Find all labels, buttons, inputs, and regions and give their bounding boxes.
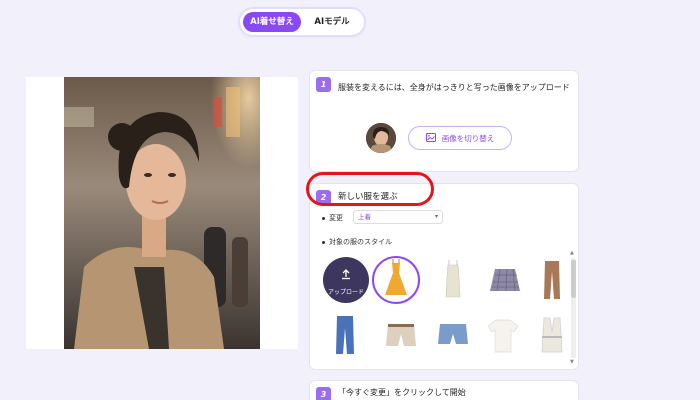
- garment-item-yellow-dress[interactable]: [373, 257, 419, 303]
- step2-card: 2 新しい服を選ぶ 変更 上着 ▾ 対象の服のスタイル アップロード ▲ ▼: [309, 183, 579, 370]
- highlight-annotation-circle: [306, 172, 434, 206]
- garment-grid: アップロード: [322, 256, 570, 361]
- step1-card: 1 服装を変えるには、全身がはっきりと写った画像をアップロード 画像を切り替え: [309, 70, 579, 172]
- mode-tab-bar: AI着せ替え AIモデル: [240, 9, 364, 35]
- garment-item-white-slip-dress[interactable]: [430, 257, 476, 303]
- photo-preview-frame: [26, 77, 298, 349]
- upload-garment-button[interactable]: アップロード: [323, 257, 369, 303]
- chevron-down-icon: ▾: [434, 213, 438, 220]
- garment-item-brown-trousers[interactable]: [529, 257, 575, 303]
- scroll-down-icon[interactable]: ▼: [570, 359, 574, 365]
- upload-icon: [340, 265, 352, 284]
- scroll-up-icon[interactable]: ▲: [570, 250, 574, 256]
- garment-item-denim-jeans[interactable]: [322, 312, 368, 358]
- garment-type-select[interactable]: 上着 ▾: [353, 210, 443, 224]
- step1-number: 1: [316, 77, 331, 92]
- garment-item-beige-shorts[interactable]: [378, 312, 424, 358]
- tab-ai-model[interactable]: AIモデル: [303, 12, 361, 32]
- tab-ai-dress-up[interactable]: AI着せ替え: [243, 12, 301, 32]
- style-label: 対象の服のスタイル: [329, 238, 392, 246]
- step3-number: 3: [316, 387, 331, 400]
- step3-title: 「今すぐ変更」をクリックして開始: [338, 388, 466, 397]
- garment-type-value: 上着: [358, 213, 371, 221]
- uploaded-photo: [64, 77, 260, 349]
- garment-item-plaid-skirt[interactable]: [482, 257, 528, 303]
- style-row: 対象の服のスタイル: [322, 237, 392, 247]
- change-image-label: 画像を切り替え: [441, 133, 495, 143]
- change-label: 変更: [329, 214, 343, 222]
- image-icon: [425, 132, 436, 144]
- garment-item-white-tshirt[interactable]: [480, 312, 526, 358]
- step1-instruction: 服装を変えるには、全身がはっきりと写った画像をアップロード: [338, 83, 570, 92]
- garment-item-white-vest[interactable]: [529, 312, 575, 358]
- upload-label: アップロード: [327, 288, 364, 296]
- change-row: 変更: [322, 213, 343, 223]
- garment-item-denim-shorts[interactable]: [430, 312, 476, 358]
- garment-scrollbar[interactable]: [571, 258, 576, 358]
- change-image-button[interactable]: 画像を切り替え: [408, 126, 512, 150]
- step3-card: 3 「今すぐ変更」をクリックして開始: [309, 380, 579, 400]
- uploaded-photo-thumbnail: [366, 123, 396, 153]
